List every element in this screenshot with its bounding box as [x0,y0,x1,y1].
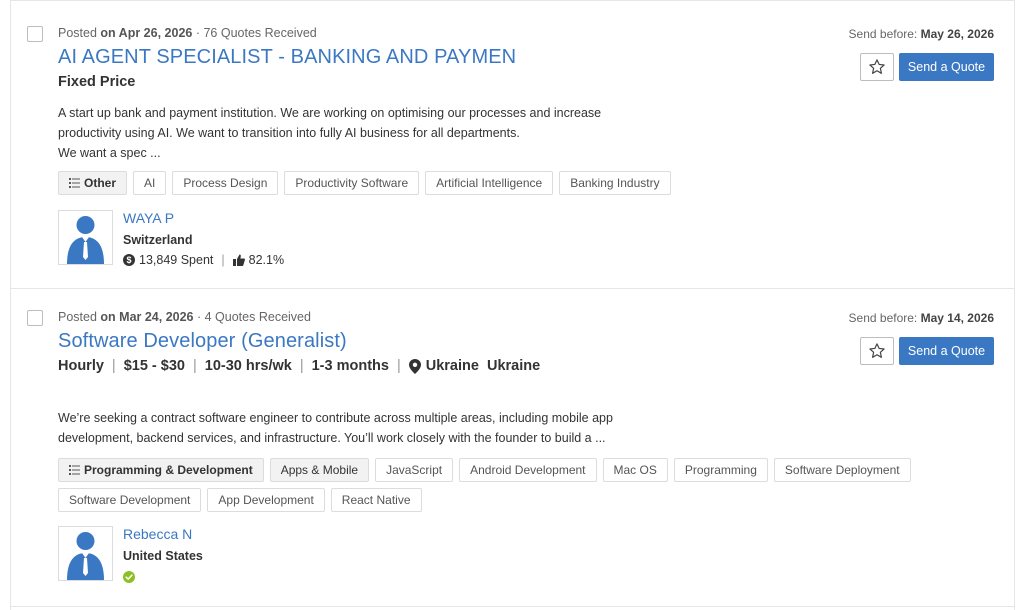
job-card: Posted on Mar 24, 2026 · 4 Quotes Receiv… [11,289,1014,607]
user-avatar-icon [67,532,104,580]
tag-list: Programming & Development Apps & Mobile … [58,458,958,512]
client-stats: $ 13,849 Spent | 82.1% [123,253,284,267]
description-line: We’re seeking a contract software engine… [58,411,613,425]
skill-tag[interactable]: Banking Industry [559,171,671,195]
separator: | [192,358,197,374]
star-icon [869,59,885,74]
category-label: Other [84,176,117,190]
skill-tag[interactable]: Productivity Software [284,171,420,195]
quotes-count: · 4 Quotes Received [197,310,311,324]
send-before: Send before: May 26, 2026 [849,27,994,41]
separator: | [221,253,225,267]
skill-tag[interactable]: Android Development [459,458,597,482]
skill-tag[interactable]: Software Development [58,488,202,512]
category-label: Programming & Development [84,463,253,477]
skill-tag[interactable]: Mac OS [602,458,668,482]
job-list: Posted on Apr 26, 2026 · 76 Quotes Recei… [10,0,1015,610]
job-description: We’re seeking a contract software engine… [58,408,638,448]
weekly-hours: 10-30 hrs/wk [204,358,292,374]
client-spent: 13,849 Spent [139,253,214,267]
job-meta: Posted on Apr 26, 2026 · 76 Quotes Recei… [58,26,317,40]
pricing-type: Fixed Price [58,74,136,90]
job-meta: Posted on Mar 24, 2026 · 4 Quotes Receiv… [58,310,311,324]
select-checkbox[interactable] [27,310,43,326]
separator: | [111,358,116,374]
category-tag[interactable]: Programming & Development [58,458,264,482]
category-tag[interactable]: Other [58,171,128,195]
favorite-button[interactable] [860,53,894,81]
job-location: Ukraine Ukraine [425,358,541,374]
job-card: Posted on Apr 26, 2026 · 76 Quotes Recei… [11,0,1014,289]
skill-tag[interactable]: Software Deployment [773,458,911,482]
send-before-label: Send before: [848,311,918,325]
send-quote-button[interactable]: Send a Quote [899,53,994,81]
favorite-button[interactable] [860,337,894,365]
pricing-type: Hourly [58,358,104,374]
send-before: Send before: May 14, 2026 [849,311,994,325]
user-avatar-icon [67,216,104,264]
client-rating: 82.1% [248,253,285,267]
client-name-link[interactable]: Rebecca N [123,526,192,542]
separator: | [396,358,401,374]
skill-tag[interactable]: Process Design [172,171,279,195]
map-pin-icon [408,358,421,374]
skill-tag[interactable]: JavaScript [375,458,454,482]
client-country: United States [123,549,203,563]
quotes-count: · 76 Quotes Received [195,26,317,40]
verified-check-icon [123,571,135,583]
subcategory-tag[interactable]: Apps & Mobile [269,458,370,482]
thumbs-up-icon [232,254,245,266]
job-title-link[interactable]: Software Developer (Generalist) [58,330,347,353]
skill-tag[interactable]: AI [133,171,167,195]
send-quote-button[interactable]: Send a Quote [899,337,994,365]
job-title-link[interactable]: AI AGENT SPECIALIST - BANKING AND PAYMEN [58,46,516,69]
client-name-link[interactable]: WAYA P [123,210,174,226]
list-icon [69,178,80,188]
dollar-icon: $ [123,254,135,266]
tag-list: Other AI Process Design Productivity Sof… [58,171,671,195]
description-line: development, backend services, and infra… [58,431,606,445]
send-before-label: Send before: [848,27,918,41]
description-line: A start up bank and payment institution.… [58,106,602,120]
client-avatar[interactable] [58,210,113,265]
posted-prefix: Posted [58,26,97,40]
description-line: productivity using AI. We want to transi… [58,126,520,140]
client-avatar[interactable] [58,526,113,581]
send-before-date: May 14, 2026 [920,311,994,325]
list-icon [69,465,80,475]
separator: | [299,358,304,374]
skill-tag[interactable]: React Native [330,488,422,512]
job-pricing: Fixed Price [58,74,135,90]
description-line: We want a spec ... [58,146,161,160]
job-description: A start up bank and payment institution.… [58,103,638,163]
posted-prefix: Posted [58,310,97,324]
skill-tag[interactable]: Programming [673,458,768,482]
client-country: Switzerland [123,233,193,247]
star-icon [869,343,885,358]
posted-date: on Mar 24, 2026 [100,310,194,324]
skill-tag[interactable]: Artificial Intelligence [425,171,554,195]
job-terms: Hourly | $15 - $30 | 10-30 hrs/wk | 1-3 … [58,358,540,374]
send-before-date: May 26, 2026 [920,27,994,41]
posted-date: on Apr 26, 2026 [100,26,193,40]
job-duration: 1-3 months [311,358,389,374]
select-checkbox[interactable] [27,26,43,42]
hourly-rate: $15 - $30 [123,358,185,374]
skill-tag[interactable]: App Development [207,488,325,512]
